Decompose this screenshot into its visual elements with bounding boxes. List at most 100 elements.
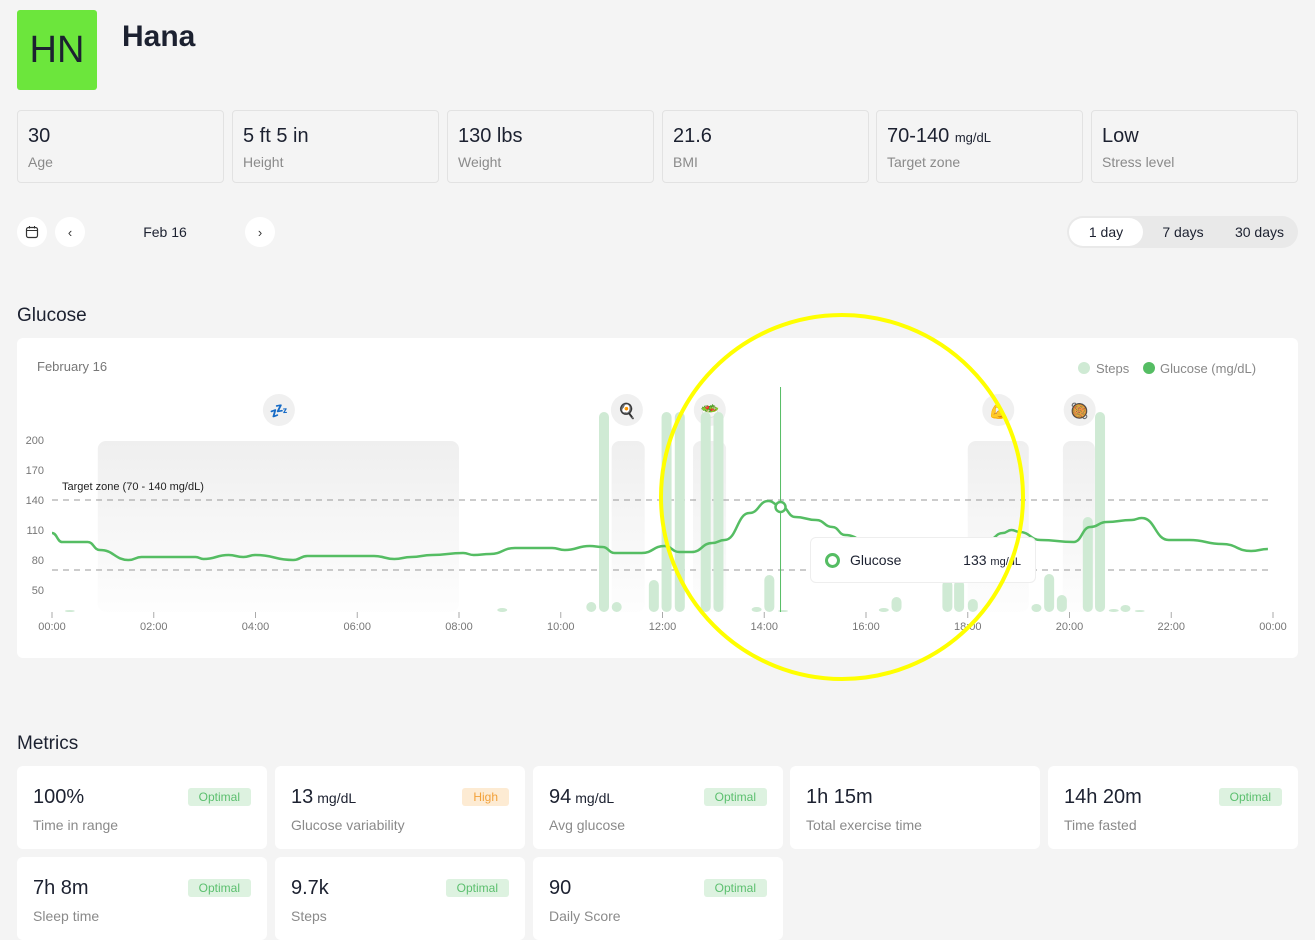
cursor-point <box>774 500 787 514</box>
stat-card-bmi: 21.6 BMI <box>662 110 869 183</box>
metric-number: 1h 15m <box>806 786 873 808</box>
x-tick-label: 06:00 <box>343 621 371 633</box>
steps-bar <box>497 608 508 612</box>
stat-card-stress-level: Low Stress level <box>1091 110 1298 183</box>
stat-card-age: 30 Age <box>17 110 224 183</box>
steps-bar <box>1134 610 1145 612</box>
stat-value: Low <box>1102 125 1287 148</box>
steps-bar <box>1044 574 1055 612</box>
x-tick-label: 00:00 <box>1259 621 1287 633</box>
glucose-heading: Glucose <box>17 305 87 326</box>
stat-label: Height <box>243 154 284 170</box>
chevron-right-icon: › <box>257 224 263 240</box>
status-badge: Optimal <box>445 879 509 897</box>
calendar-button[interactable] <box>17 217 47 247</box>
steps-bar <box>1056 595 1067 612</box>
metric-label: Sleep time <box>33 908 100 924</box>
status-badge: Optimal <box>1218 788 1282 806</box>
avatar-initials: HN <box>29 28 85 71</box>
tab-7-days[interactable]: 7 days <box>1143 218 1223 246</box>
stat-label: Stress level <box>1102 154 1175 170</box>
x-tick-label: 08:00 <box>445 621 473 633</box>
current-date: Feb 16 <box>143 224 187 240</box>
y-tick-label: 110 <box>26 525 44 537</box>
legend-steps-dot <box>1078 362 1090 374</box>
chart-tooltip: Glucose 133 mg/dL <box>810 537 1036 583</box>
steps-bar <box>891 597 902 612</box>
tooltip-unit: mg/dL <box>990 556 1021 568</box>
x-tick-label: 14:00 <box>750 621 778 633</box>
x-tick-label: 04:00 <box>242 621 270 633</box>
steps-bar <box>661 412 672 612</box>
stat-number: 21.6 <box>673 125 712 147</box>
x-tick-label: 02:00 <box>140 621 168 633</box>
y-tick-label: 140 <box>26 495 44 507</box>
stat-value: 70-140 mg/dL <box>887 125 1072 148</box>
event-shade <box>967 441 1029 612</box>
x-tick-label: 16:00 <box>852 621 880 633</box>
steps-bar <box>954 580 965 612</box>
metric-label: Steps <box>291 908 327 924</box>
stat-value: 30 <box>28 125 213 148</box>
steps-bar <box>751 607 762 612</box>
steps-bar <box>611 602 622 612</box>
metric-label: Glucose variability <box>291 817 405 833</box>
metric-unit: mg/dL <box>575 790 615 806</box>
metric-card-glucose-variability: 13 mg/dL Glucose variability High <box>275 766 525 849</box>
steps-bar <box>1095 412 1106 612</box>
stat-label: Weight <box>458 154 502 170</box>
metric-card-daily-score: 90 Daily Score Optimal <box>533 857 783 940</box>
breakfast-icon: 🍳 <box>618 402 637 420</box>
dinner-icon: 🥘 <box>1070 401 1089 420</box>
tooltip-number: 133 <box>963 552 987 568</box>
steps-bar <box>1031 604 1042 612</box>
tab-30-days[interactable]: 30 days <box>1223 218 1296 246</box>
stat-number: 130 lbs <box>458 125 523 147</box>
x-tick-label: 00:00 <box>38 621 66 633</box>
glucose-chart[interactable]: February 16 Steps Glucose (mg/dL)💤 🍳 🥗 💪 🥘2001… <box>17 338 1298 658</box>
metric-unit: mg/dL <box>317 790 357 806</box>
tab-1-day[interactable]: 1 day <box>1069 218 1143 246</box>
stat-value: 130 lbs <box>458 125 643 148</box>
steps-bar <box>1108 609 1119 612</box>
y-tick-label: 50 <box>32 585 44 597</box>
stat-number: 70-140 <box>887 125 950 147</box>
metric-label: Total exercise time <box>806 817 922 833</box>
prev-day-button[interactable]: ‹ <box>55 217 85 247</box>
steps-bar <box>64 610 75 612</box>
tooltip-label: Glucose <box>850 552 902 568</box>
status-badge: Optimal <box>703 788 767 806</box>
metric-number: 100% <box>33 786 85 808</box>
next-day-button[interactable]: › <box>245 217 275 247</box>
glucose-marker-icon <box>825 552 840 568</box>
x-tick-label: 12:00 <box>649 621 677 633</box>
steps-bar <box>967 599 978 612</box>
steps-bar <box>713 412 724 612</box>
metric-card-sleep-time: 7h 8m Sleep time Optimal <box>17 857 267 940</box>
x-tick-label: 22:00 <box>1157 621 1185 633</box>
steps-bar <box>648 580 659 612</box>
stat-card-weight: 130 lbs Weight <box>447 110 654 183</box>
steps-bar <box>942 580 953 612</box>
stat-label: Age <box>28 154 53 170</box>
steps-bar <box>674 412 685 612</box>
metric-label: Time in range <box>33 817 119 833</box>
chart-date-label: February 16 <box>37 359 107 374</box>
metric-value: 1h 15m <box>806 786 1024 809</box>
status-badge: Optimal <box>703 879 767 897</box>
steps-bar <box>778 610 789 612</box>
tooltip-value: 133 mg/dL <box>963 552 1021 568</box>
target-zone-label: Target zone (70 - 140 mg/dL) <box>62 481 204 493</box>
x-tick-label: 10:00 <box>547 621 575 633</box>
stat-card-target-zone: 70-140 mg/dL Target zone <box>876 110 1083 183</box>
metric-number: 14h 20m <box>1064 786 1142 808</box>
avatar: HN <box>17 10 97 90</box>
steps-bar <box>700 412 711 612</box>
status-badge: Optimal <box>187 788 251 806</box>
steps-bar <box>598 412 609 612</box>
legend-glucose: Glucose (mg/dL) <box>1160 361 1256 376</box>
legend-glucose-dot <box>1143 362 1155 374</box>
event-shade <box>97 441 459 612</box>
metric-card-avg-glucose: 94 mg/dL Avg glucose Optimal <box>533 766 783 849</box>
metric-label: Daily Score <box>549 908 621 924</box>
